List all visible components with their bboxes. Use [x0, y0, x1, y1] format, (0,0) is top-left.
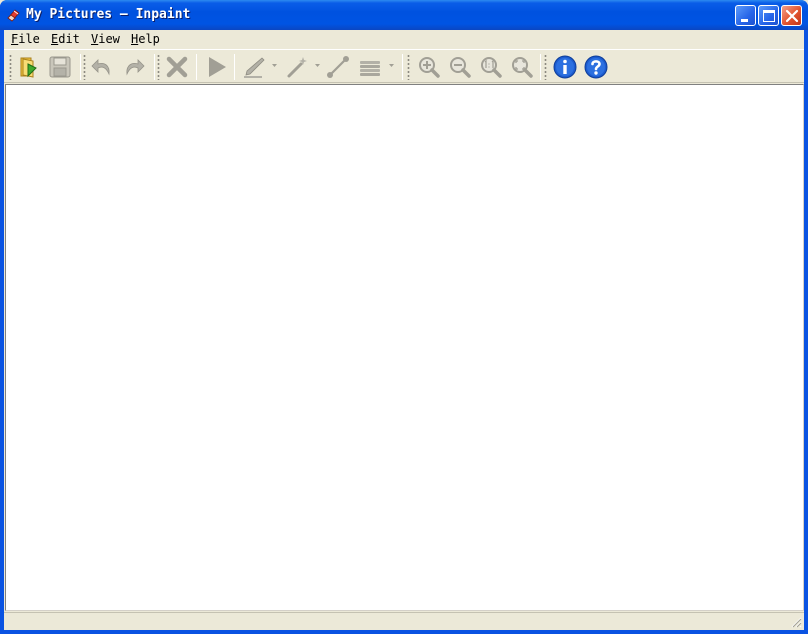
redo-button[interactable]: [120, 53, 148, 81]
zoom-actual-button[interactable]: [477, 53, 505, 81]
zoom-out-button[interactable]: [446, 53, 474, 81]
close-icon: [785, 9, 799, 23]
toolbar-separator: [402, 54, 403, 80]
stack-icon: [360, 61, 380, 76]
status-bar: [4, 612, 804, 630]
zoom-out-icon: [450, 57, 471, 78]
undo-button[interactable]: [88, 53, 116, 81]
window-title: My Pictures — Inpaint: [26, 7, 191, 22]
run-icon: [209, 57, 226, 77]
minimize-icon: [741, 19, 748, 22]
resize-grip-icon[interactable]: [790, 616, 802, 628]
toolbar-grip[interactable]: [407, 54, 410, 80]
zoom-in-button[interactable]: [415, 53, 443, 81]
app-eraser-icon: [7, 9, 20, 22]
magic-wand-icon: [287, 57, 307, 78]
app-window: My Pictures — Inpaint File Edit View Hel…: [0, 0, 808, 634]
magic-wand-button[interactable]: [284, 53, 312, 81]
client-area: File Edit View Help: [4, 30, 804, 630]
run-button[interactable]: [202, 53, 230, 81]
toolbar-separator: [540, 54, 541, 80]
toolbar-grip[interactable]: [83, 54, 86, 80]
menu-bar: File Edit View Help: [4, 30, 804, 49]
stack-dropdown-arrow-icon[interactable]: [389, 64, 394, 67]
toolbar-separator: [80, 54, 81, 80]
info-button[interactable]: [551, 53, 579, 81]
menu-help[interactable]: Help: [131, 32, 160, 46]
marker-dropdown-arrow-icon[interactable]: [272, 64, 277, 67]
guide-line-icon: [327, 56, 349, 78]
menu-file-label: ile: [18, 32, 40, 46]
zoom-fit-button[interactable]: [508, 53, 536, 81]
toolbar: [4, 49, 804, 83]
zoom-in-icon: [419, 57, 440, 78]
magic-wand-dropdown-arrow-icon[interactable]: [315, 64, 320, 67]
help-icon: [584, 55, 608, 79]
stack-button[interactable]: [356, 53, 384, 81]
info-icon: [553, 55, 577, 79]
minimize-button[interactable]: [735, 5, 756, 26]
erase-icon: [166, 56, 188, 78]
menu-file[interactable]: File: [11, 32, 40, 46]
close-button[interactable]: [781, 5, 802, 26]
zoom-fit-icon: [512, 57, 533, 78]
menu-edit-label: dit: [58, 32, 80, 46]
open-button[interactable]: [15, 53, 43, 81]
undo-icon: [91, 59, 110, 76]
redo-icon: [126, 59, 145, 76]
toolbar-grip[interactable]: [9, 54, 12, 80]
toolbar-separator: [234, 54, 235, 80]
menu-edit[interactable]: Edit: [51, 32, 80, 46]
zoom-actual-icon: [481, 57, 502, 78]
toolbar-grip[interactable]: [544, 54, 547, 80]
erase-button[interactable]: [163, 53, 191, 81]
toolbar-separator: [154, 54, 155, 80]
image-canvas[interactable]: [5, 84, 804, 611]
guide-line-button[interactable]: [324, 53, 352, 81]
maximize-icon: [763, 10, 775, 22]
open-folder-icon: [20, 57, 37, 78]
title-bar[interactable]: My Pictures — Inpaint: [0, 0, 808, 30]
menu-view[interactable]: View: [91, 32, 120, 46]
save-icon: [49, 56, 71, 78]
menu-help-label: elp: [138, 32, 160, 46]
toolbar-grip[interactable]: [157, 54, 160, 80]
maximize-button[interactable]: [758, 5, 779, 26]
menu-view-label: iew: [98, 32, 120, 46]
help-button[interactable]: [582, 53, 610, 81]
marker-icon: [244, 57, 265, 78]
marker-button[interactable]: [240, 53, 268, 81]
save-button[interactable]: [46, 53, 74, 81]
toolbar-separator: [196, 54, 197, 80]
